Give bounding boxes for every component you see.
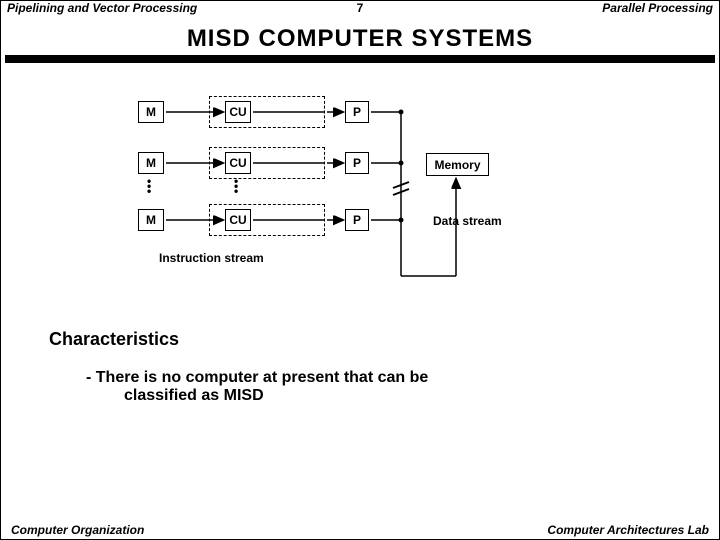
bullet-line-1: - There is no computer at present that c… — [86, 369, 428, 386]
slide: Pipelining and Vector Processing 7 Paral… — [0, 0, 720, 540]
characteristics-bullet: - There is no computer at present that c… — [86, 369, 586, 405]
page-number: 7 — [357, 1, 364, 15]
footer-left: Computer Organization — [11, 523, 144, 537]
header: Pipelining and Vector Processing 7 Paral… — [1, 1, 719, 19]
title-divider — [5, 55, 715, 63]
bullet-line-2: classified as MISD — [86, 387, 586, 405]
diagram-connectors — [1, 81, 720, 301]
characteristics-heading: Characteristics — [49, 329, 179, 350]
header-right: Parallel Processing — [602, 1, 713, 19]
page-title: MISD COMPUTER SYSTEMS — [1, 25, 719, 53]
footer-right: Computer Architectures Lab — [547, 523, 709, 537]
footer: Computer Organization Computer Architect… — [1, 523, 719, 537]
header-left: Pipelining and Vector Processing — [7, 1, 197, 19]
misd-diagram: M CU P M CU P ••• ••• M CU P Memory Data… — [1, 81, 719, 301]
